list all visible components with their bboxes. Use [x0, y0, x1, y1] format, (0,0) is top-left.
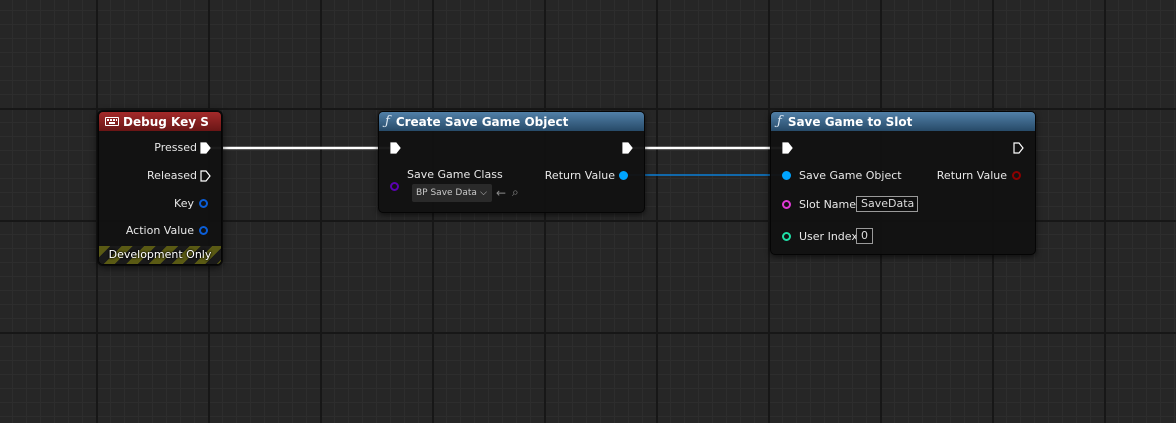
create-return-value-label: Return Value: [544, 169, 615, 182]
save-slot-title: Save Game to Slot: [787, 114, 913, 129]
save-game-class-pin[interactable]: [390, 182, 399, 191]
pressed-exec-pin[interactable]: [200, 142, 211, 154]
save-game-object-label: Save Game Object: [799, 169, 902, 182]
action-value-pin[interactable]: [199, 226, 208, 235]
released-label: Released: [147, 169, 197, 182]
save-exec-out-pin[interactable]: [1013, 142, 1024, 154]
released-exec-pin[interactable]: [200, 170, 211, 182]
debug-key-node[interactable]: Debug Key S Pressed Released Key Action …: [98, 111, 222, 265]
user-index-label: User Index: [799, 230, 858, 243]
create-save-title: Create Save Game Object: [395, 114, 569, 129]
create-save-game-object-node[interactable]: ƒ Create Save Game Object Save Game Clas…: [378, 111, 645, 213]
pressed-label: Pressed: [154, 141, 197, 154]
create-save-header[interactable]: ƒ Create Save Game Object: [379, 112, 644, 131]
save-game-to-slot-node[interactable]: ƒ Save Game to Slot Save Game Object Ret…: [770, 111, 1036, 255]
debug-key-header[interactable]: Debug Key S: [99, 112, 221, 131]
slot-name-input[interactable]: SaveData: [856, 196, 918, 212]
function-icon: ƒ: [777, 114, 782, 129]
development-only-banner: Development Only: [99, 246, 221, 264]
create-exec-in-pin[interactable]: [390, 142, 401, 154]
chevron-down-icon: ⌵: [480, 188, 487, 198]
save-slot-header[interactable]: ƒ Save Game to Slot: [771, 112, 1035, 131]
use-selected-asset-icon[interactable]: ←: [496, 187, 506, 199]
action-value-label: Action Value: [125, 224, 194, 237]
save-return-value-label: Return Value: [936, 169, 1007, 182]
slot-name-pin[interactable]: [782, 200, 791, 209]
debug-key-title: Debug Key S: [123, 114, 209, 129]
create-return-value-pin[interactable]: [619, 171, 628, 180]
save-return-value-pin[interactable]: [1012, 171, 1021, 180]
save-game-class-label: Save Game Class: [407, 168, 503, 181]
save-game-object-pin[interactable]: [782, 171, 791, 180]
keyboard-icon: [105, 117, 119, 126]
slot-name-label: Slot Name: [799, 198, 857, 211]
save-game-class-value: BP Save Data: [416, 188, 477, 198]
key-label: Key: [174, 197, 194, 210]
browse-search-icon[interactable]: ⌕: [512, 186, 519, 198]
function-icon: ƒ: [385, 114, 390, 129]
save-game-class-dropdown[interactable]: BP Save Data ⌵: [412, 184, 492, 202]
save-exec-in-pin[interactable]: [782, 142, 793, 154]
key-struct-pin[interactable]: [199, 199, 208, 208]
user-index-pin[interactable]: [782, 232, 791, 241]
user-index-input[interactable]: 0: [856, 228, 873, 244]
create-exec-out-pin[interactable]: [622, 142, 633, 154]
